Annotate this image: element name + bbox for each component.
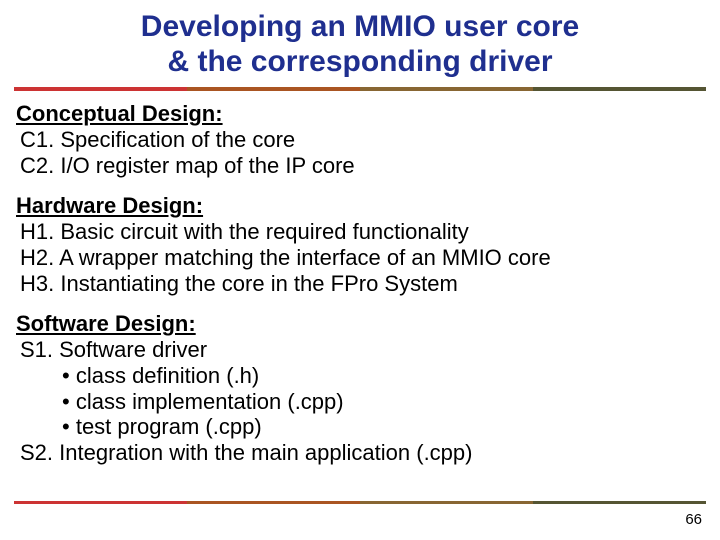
section-software: Software Design: S1. Software driver cla… — [16, 311, 704, 467]
item-h3: H3. Instantiating the core in the FPro S… — [16, 271, 704, 297]
heading-conceptual: Conceptual Design: — [16, 101, 704, 127]
item-c1: C1. Specification of the core — [16, 127, 704, 153]
section-hardware: Hardware Design: H1. Basic circuit with … — [16, 193, 704, 297]
content-area: Conceptual Design: C1. Specification of … — [0, 91, 720, 466]
page-number: 66 — [685, 511, 702, 528]
footer-rule — [14, 501, 706, 504]
title-line-1: Developing an MMIO user core — [141, 10, 579, 43]
item-h2: H2. A wrapper matching the interface of … — [16, 245, 704, 271]
slide: Developing an MMIO user core & the corre… — [0, 0, 720, 540]
heading-hardware: Hardware Design: — [16, 193, 704, 219]
item-s1b: class implementation (.cpp) — [16, 389, 704, 415]
item-c2: C2. I/O register map of the IP core — [16, 153, 704, 179]
item-s1: S1. Software driver — [16, 337, 704, 363]
section-conceptual: Conceptual Design: C1. Specification of … — [16, 101, 704, 179]
item-s2: S2. Integration with the main applicatio… — [16, 440, 704, 466]
item-s1c: test program (.cpp) — [16, 414, 704, 440]
heading-software: Software Design: — [16, 311, 704, 337]
slide-title: Developing an MMIO user core & the corre… — [0, 0, 720, 87]
item-s1a: class definition (.h) — [16, 363, 704, 389]
title-line-2: & the corresponding driver — [167, 45, 552, 78]
item-h1: H1. Basic circuit with the required func… — [16, 219, 704, 245]
